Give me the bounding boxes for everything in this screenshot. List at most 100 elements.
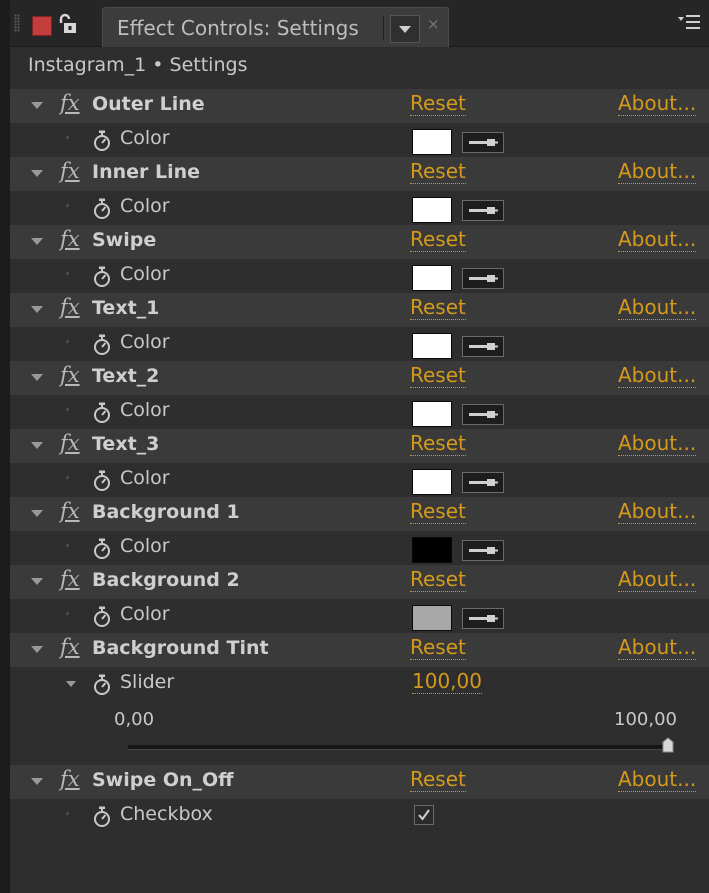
stopwatch-icon[interactable] xyxy=(92,402,112,424)
close-tab-icon[interactable]: × xyxy=(427,15,440,33)
effect-name: Text_1 xyxy=(92,297,160,319)
color-swatch[interactable] xyxy=(412,469,452,495)
about-link[interactable]: About... xyxy=(618,432,697,456)
twirl-down-icon[interactable] xyxy=(66,681,76,687)
eyedropper-icon[interactable] xyxy=(462,404,504,425)
twirl-down-icon[interactable] xyxy=(31,442,43,449)
twirl-down-icon[interactable] xyxy=(31,510,43,517)
effect-header-row[interactable]: fx Background Tint Reset About... xyxy=(10,633,709,667)
eyedropper-icon[interactable] xyxy=(462,132,504,153)
fx-toggle-icon[interactable]: fx xyxy=(60,431,80,455)
reset-link[interactable]: Reset xyxy=(410,768,466,792)
about-link[interactable]: About... xyxy=(618,228,697,252)
lock-icon[interactable] xyxy=(56,13,78,35)
twirl-down-icon[interactable] xyxy=(31,578,43,585)
about-link[interactable]: About... xyxy=(618,768,697,792)
reset-link[interactable]: Reset xyxy=(410,364,466,388)
eyedropper-icon[interactable] xyxy=(462,608,504,629)
fx-toggle-icon[interactable]: fx xyxy=(60,159,80,183)
label-color-icon[interactable] xyxy=(32,16,52,36)
twirl-down-icon[interactable] xyxy=(31,170,43,177)
reset-link[interactable]: Reset xyxy=(410,636,466,660)
reset-link[interactable]: Reset xyxy=(410,92,466,116)
stopwatch-icon[interactable] xyxy=(92,538,112,560)
eyedropper-icon[interactable] xyxy=(462,268,504,289)
about-link[interactable]: About... xyxy=(618,296,697,320)
color-swatch[interactable] xyxy=(412,265,452,291)
color-param-row: Color xyxy=(10,327,709,361)
effect-header-row[interactable]: fx Background 2 Reset About... xyxy=(10,565,709,599)
fx-toggle-icon[interactable]: fx xyxy=(60,363,80,387)
param-name: Color xyxy=(120,331,170,353)
color-swatch[interactable] xyxy=(412,333,452,359)
slider-min-label: 0,00 xyxy=(114,709,155,730)
about-link[interactable]: About... xyxy=(618,92,697,116)
fx-toggle-icon[interactable]: fx xyxy=(60,499,80,523)
param-name: Color xyxy=(120,535,170,557)
reset-link[interactable]: Reset xyxy=(410,432,466,456)
tab-effect-controls[interactable]: Effect Controls: Settings × xyxy=(102,7,449,47)
color-param-row: Color xyxy=(10,395,709,429)
stopwatch-icon[interactable] xyxy=(92,334,112,356)
about-link[interactable]: About... xyxy=(618,568,697,592)
effect-list: fx Outer Line Reset About... Color fx Inner Li… xyxy=(10,89,709,893)
stopwatch-icon[interactable] xyxy=(92,806,112,828)
reset-link[interactable]: Reset xyxy=(410,228,466,252)
about-link[interactable]: About... xyxy=(618,636,697,660)
twirl-down-icon[interactable] xyxy=(31,102,43,109)
param-name: Color xyxy=(120,399,170,421)
about-link[interactable]: About... xyxy=(618,500,697,524)
effect-header-row[interactable]: fx Text_1 Reset About... xyxy=(10,293,709,327)
effect-header-row[interactable]: fx Swipe Reset About... xyxy=(10,225,709,259)
panel-grip-icon[interactable] xyxy=(14,14,20,32)
effect-header-row[interactable]: fx Outer Line Reset About... xyxy=(10,89,709,123)
stopwatch-icon[interactable] xyxy=(92,606,112,628)
effect-name: Inner Line xyxy=(92,161,201,183)
checkbox-icon[interactable] xyxy=(414,805,434,825)
color-swatch[interactable] xyxy=(412,401,452,427)
color-swatch[interactable] xyxy=(412,605,452,631)
fx-toggle-icon[interactable]: fx xyxy=(60,91,80,115)
color-swatch[interactable] xyxy=(412,197,452,223)
twirl-down-icon[interactable] xyxy=(31,646,43,653)
eyedropper-icon[interactable] xyxy=(462,336,504,357)
twirl-down-icon[interactable] xyxy=(31,306,43,313)
stopwatch-icon[interactable] xyxy=(92,130,112,152)
fx-toggle-icon[interactable]: fx xyxy=(60,295,80,319)
reset-link[interactable]: Reset xyxy=(410,568,466,592)
color-swatch[interactable] xyxy=(412,129,452,155)
fx-toggle-icon[interactable]: fx xyxy=(60,567,80,591)
twirl-down-icon[interactable] xyxy=(31,238,43,245)
slider-value[interactable]: 100,00 xyxy=(412,670,482,694)
stopwatch-icon[interactable] xyxy=(92,198,112,220)
effect-name: Background 2 xyxy=(92,569,240,591)
effect-header-row[interactable]: fx Text_3 Reset About... xyxy=(10,429,709,463)
panel-menu-icon[interactable] xyxy=(678,14,700,30)
about-link[interactable]: About... xyxy=(618,160,697,184)
eyedropper-icon[interactable] xyxy=(462,472,504,493)
eyedropper-icon[interactable] xyxy=(462,200,504,221)
effect-header-row[interactable]: fx Inner Line Reset About... xyxy=(10,157,709,191)
stopwatch-icon[interactable] xyxy=(92,674,112,696)
fx-toggle-icon[interactable]: fx xyxy=(60,227,80,251)
eyedropper-icon[interactable] xyxy=(462,540,504,561)
effect-header-row[interactable]: fx Swipe On_Off Reset About... xyxy=(10,765,709,799)
reset-link[interactable]: Reset xyxy=(410,296,466,320)
stopwatch-icon[interactable] xyxy=(92,266,112,288)
param-name: Color xyxy=(120,127,170,149)
effect-header-row[interactable]: fx Text_2 Reset About... xyxy=(10,361,709,395)
layer-dropdown-button[interactable] xyxy=(390,15,420,43)
effect-header-row[interactable]: fx Background 1 Reset About... xyxy=(10,497,709,531)
reset-link[interactable]: Reset xyxy=(410,160,466,184)
slider-track[interactable] xyxy=(128,745,668,750)
about-link[interactable]: About... xyxy=(618,364,697,388)
slider-handle[interactable] xyxy=(662,737,674,753)
color-swatch[interactable] xyxy=(412,537,452,563)
twirl-down-icon[interactable] xyxy=(31,778,43,785)
color-param-row: Color xyxy=(10,463,709,497)
fx-toggle-icon[interactable]: fx xyxy=(60,635,80,659)
fx-toggle-icon[interactable]: fx xyxy=(60,767,80,791)
reset-link[interactable]: Reset xyxy=(410,500,466,524)
stopwatch-icon[interactable] xyxy=(92,470,112,492)
twirl-down-icon[interactable] xyxy=(31,374,43,381)
